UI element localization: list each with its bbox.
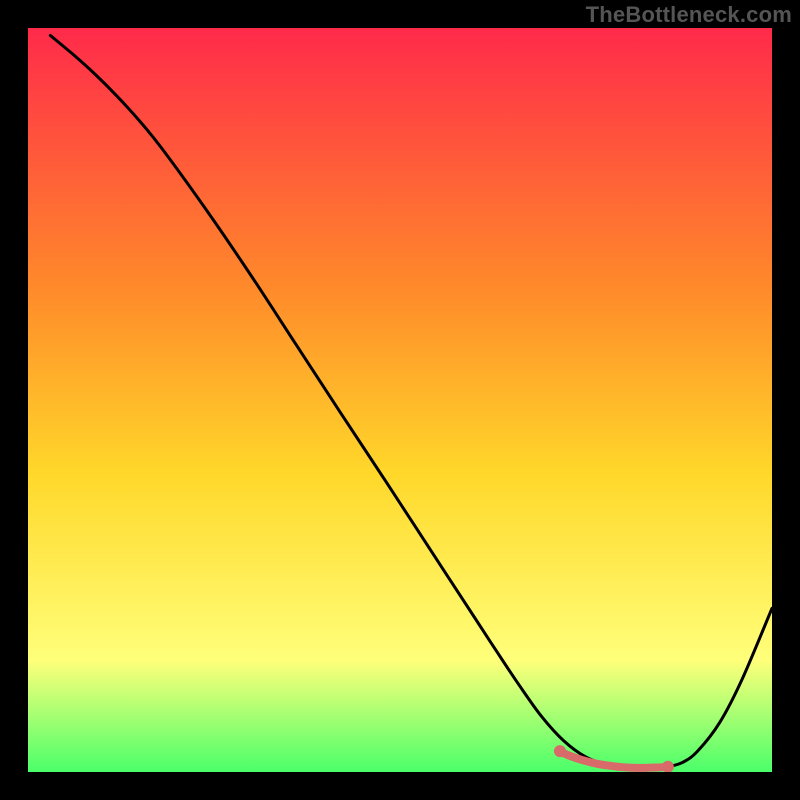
bottleneck-chart: [28, 28, 772, 772]
chart-svg: [28, 28, 772, 772]
gradient-background: [28, 28, 772, 772]
optimal-range-start-dot: [554, 745, 566, 757]
watermark-text: TheBottleneck.com: [586, 2, 792, 28]
